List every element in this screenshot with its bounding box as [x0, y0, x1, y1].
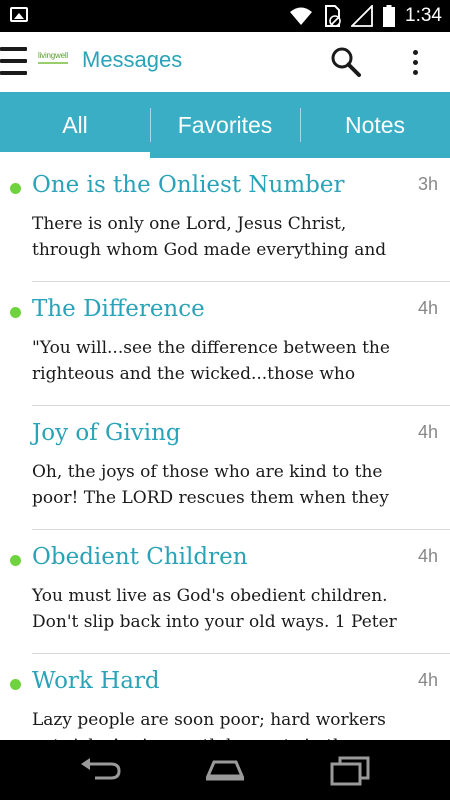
- status-icons: 1:34: [289, 0, 442, 32]
- unread-dot-icon: [10, 307, 21, 318]
- app-bar: livingwell Messages: [0, 32, 450, 92]
- message-item[interactable]: Obedient Children 4h You must live as Go…: [0, 530, 450, 654]
- message-time: 4h: [417, 422, 438, 442]
- search-icon[interactable]: [330, 46, 362, 78]
- menu-icon[interactable]: [0, 46, 27, 78]
- message-item[interactable]: The Difference 4h "You will...see the di…: [0, 282, 450, 406]
- message-item[interactable]: Joy of Giving 4h Oh, the joys of those w…: [0, 406, 450, 530]
- tab-notes[interactable]: Notes: [300, 92, 450, 158]
- message-preview: Lazy people are soon poor; hard workers …: [32, 710, 386, 740]
- message-preview: You must live as God's obedient children…: [32, 586, 397, 632]
- signal-icon: [351, 5, 373, 27]
- message-title: Work Hard: [32, 668, 160, 694]
- navigation-bar: [0, 740, 450, 800]
- app-logo: livingwell: [38, 52, 74, 68]
- message-title: The Difference: [32, 296, 205, 322]
- message-time: 4h: [417, 298, 438, 318]
- page-title: Messages: [82, 47, 183, 72]
- recent-apps-icon[interactable]: [326, 754, 376, 786]
- message-title: One is the Onliest Number: [32, 172, 345, 198]
- battery-icon: [383, 5, 396, 27]
- unread-dot-icon: [10, 679, 21, 690]
- message-item[interactable]: One is the Onliest Number 3h There is on…: [0, 158, 450, 282]
- message-preview: "You will...see the difference between t…: [32, 338, 390, 384]
- message-title: Joy of Giving: [32, 420, 181, 446]
- overflow-menu-icon[interactable]: [405, 46, 425, 78]
- image-icon: [10, 7, 28, 22]
- message-item[interactable]: Work Hard 4h Lazy people are soon poor; …: [0, 654, 450, 740]
- tab-bar: All Favorites Notes: [0, 92, 450, 158]
- message-title: Obedient Children: [32, 544, 248, 570]
- message-preview: Oh, the joys of those who are kind to th…: [32, 462, 389, 508]
- tab-all[interactable]: All: [0, 92, 150, 158]
- back-icon[interactable]: [75, 754, 125, 786]
- wifi-icon: [290, 7, 313, 25]
- message-preview: There is only one Lord, Jesus Christ, th…: [32, 214, 387, 260]
- unread-dot-icon: [10, 183, 21, 194]
- status-time: 1:34: [405, 5, 442, 26]
- sim-off-icon: [325, 5, 341, 27]
- status-bar: 1:34: [0, 0, 450, 32]
- message-time: 3h: [417, 174, 438, 194]
- tab-favorites[interactable]: Favorites: [150, 92, 300, 158]
- message-list[interactable]: One is the Onliest Number 3h There is on…: [0, 158, 450, 740]
- unread-dot-icon: [10, 555, 21, 566]
- message-time: 4h: [417, 670, 438, 690]
- home-icon[interactable]: [200, 754, 250, 786]
- message-time: 4h: [417, 546, 438, 566]
